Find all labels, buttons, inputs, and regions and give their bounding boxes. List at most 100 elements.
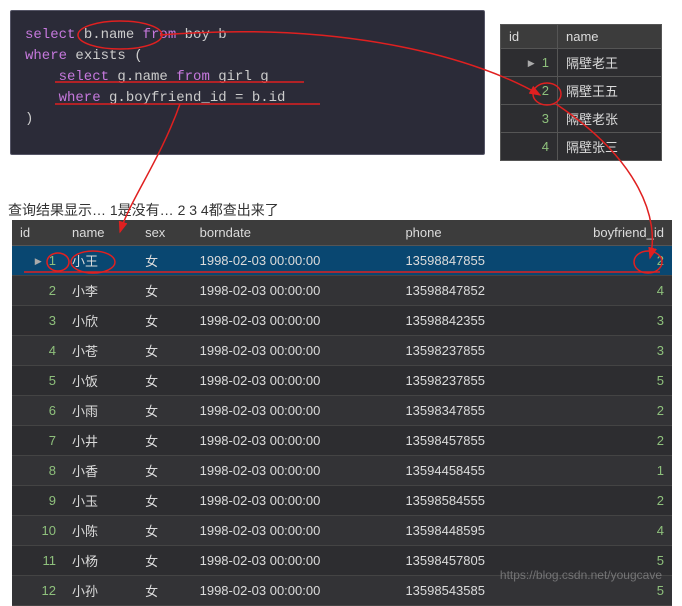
cell-sex: 女 — [137, 306, 192, 336]
cell-borndate: 1998-02-03 00:00:00 — [192, 306, 398, 336]
cell-id: 10 — [12, 516, 64, 546]
cell-id: 4 — [501, 133, 558, 161]
cell-name: 小香 — [64, 456, 137, 486]
cell-id: 4 — [12, 336, 64, 366]
cell-phone: 13598847855 — [397, 246, 541, 276]
cell-id: 1 — [501, 49, 558, 77]
watermark-text: https://blog.csdn.net/yougcave — [500, 568, 662, 582]
cell-phone: 13594458455 — [397, 456, 541, 486]
table-row[interactable]: 7小井女1998-02-03 00:00:00135984578552 — [12, 426, 672, 456]
cell-sex: 女 — [137, 336, 192, 366]
cell-name: 小玉 — [64, 486, 137, 516]
cell-id: 3 — [501, 105, 558, 133]
cell-bf: 4 — [541, 516, 672, 546]
cell-phone: 13598847852 — [397, 276, 541, 306]
cell-borndate: 1998-02-03 00:00:00 — [192, 426, 398, 456]
cell-bf: 3 — [541, 336, 672, 366]
cell-id: 9 — [12, 486, 64, 516]
cell-phone: 13598448595 — [397, 516, 541, 546]
cell-borndate: 1998-02-03 00:00:00 — [192, 516, 398, 546]
col-borndate: borndate — [192, 220, 398, 246]
table-row[interactable]: 1隔壁老王 — [501, 49, 662, 77]
cell-borndate: 1998-02-03 00:00:00 — [192, 396, 398, 426]
col-name: name — [64, 220, 137, 246]
cell-name: 小雨 — [64, 396, 137, 426]
cell-sex: 女 — [137, 576, 192, 606]
col-bf: boyfriend_id — [541, 220, 672, 246]
col-name: name — [558, 25, 662, 49]
cell-sex: 女 — [137, 246, 192, 276]
table-row[interactable]: 8小香女1998-02-03 00:00:00135944584551 — [12, 456, 672, 486]
cell-phone: 13598237855 — [397, 336, 541, 366]
cell-id: 2 — [501, 77, 558, 105]
boy-result-table: id name 1隔壁老王2隔壁王五3隔壁老张4隔壁张三 — [500, 24, 662, 161]
cell-id: 2 — [12, 276, 64, 306]
sql-code-block: select b.name from boy bwhere exists ( s… — [10, 10, 485, 155]
cell-bf: 4 — [541, 276, 672, 306]
cell-bf: 2 — [541, 486, 672, 516]
cell-borndate: 1998-02-03 00:00:00 — [192, 366, 398, 396]
table-row[interactable]: 9小玉女1998-02-03 00:00:00135985845552 — [12, 486, 672, 516]
cell-borndate: 1998-02-03 00:00:00 — [192, 246, 398, 276]
cell-name: 小李 — [64, 276, 137, 306]
cell-name: 隔壁王五 — [558, 77, 662, 105]
cell-id: 11 — [12, 546, 64, 576]
cell-name: 小井 — [64, 426, 137, 456]
cell-bf: 3 — [541, 306, 672, 336]
cell-sex: 女 — [137, 516, 192, 546]
cell-name: 小杨 — [64, 546, 137, 576]
table-row[interactable]: 2小李女1998-02-03 00:00:00135988478524 — [12, 276, 672, 306]
cell-sex: 女 — [137, 396, 192, 426]
cell-sex: 女 — [137, 486, 192, 516]
table-row[interactable]: 1小王女1998-02-03 00:00:00135988478552 — [12, 246, 672, 276]
cell-sex: 女 — [137, 276, 192, 306]
cell-sex: 女 — [137, 366, 192, 396]
cell-bf: 2 — [541, 396, 672, 426]
cell-id: 8 — [12, 456, 64, 486]
table-row[interactable]: 3隔壁老张 — [501, 105, 662, 133]
cell-phone: 13598237855 — [397, 366, 541, 396]
cell-id: 7 — [12, 426, 64, 456]
table-row[interactable]: 3小欣女1998-02-03 00:00:00135988423553 — [12, 306, 672, 336]
cell-id: 12 — [12, 576, 64, 606]
cell-name: 隔壁老王 — [558, 49, 662, 77]
cell-borndate: 1998-02-03 00:00:00 — [192, 546, 398, 576]
cell-bf: 2 — [541, 426, 672, 456]
girl-result-table: id name sex borndate phone boyfriend_id … — [12, 220, 672, 606]
col-sex: sex — [137, 220, 192, 246]
cell-name: 小饭 — [64, 366, 137, 396]
col-id: id — [12, 220, 64, 246]
cell-phone: 13598457855 — [397, 426, 541, 456]
table-row[interactable]: 5小饭女1998-02-03 00:00:00135982378555 — [12, 366, 672, 396]
cell-borndate: 1998-02-03 00:00:00 — [192, 576, 398, 606]
cell-name: 小欣 — [64, 306, 137, 336]
cell-bf: 2 — [541, 246, 672, 276]
table-row[interactable]: 4小苍女1998-02-03 00:00:00135982378553 — [12, 336, 672, 366]
cell-id: 3 — [12, 306, 64, 336]
table-row[interactable]: 6小雨女1998-02-03 00:00:00135983478552 — [12, 396, 672, 426]
cell-sex: 女 — [137, 426, 192, 456]
cell-name: 小陈 — [64, 516, 137, 546]
col-id: id — [501, 25, 558, 49]
table-row[interactable]: 2隔壁王五 — [501, 77, 662, 105]
cell-borndate: 1998-02-03 00:00:00 — [192, 336, 398, 366]
cell-name: 小孙 — [64, 576, 137, 606]
col-phone: phone — [397, 220, 541, 246]
background-text: 查询结果显示… 1是没有… 2 3 4都查出来了 — [8, 200, 408, 220]
cell-borndate: 1998-02-03 00:00:00 — [192, 276, 398, 306]
cell-bf: 1 — [541, 456, 672, 486]
cell-sex: 女 — [137, 456, 192, 486]
cell-name: 小王 — [64, 246, 137, 276]
cell-bf: 5 — [541, 366, 672, 396]
cell-name: 小苍 — [64, 336, 137, 366]
cell-id: 5 — [12, 366, 64, 396]
table-row[interactable]: 4隔壁张三 — [501, 133, 662, 161]
cell-borndate: 1998-02-03 00:00:00 — [192, 456, 398, 486]
cell-name: 隔壁老张 — [558, 105, 662, 133]
cell-phone: 13598347855 — [397, 396, 541, 426]
table-row[interactable]: 10小陈女1998-02-03 00:00:00135984485954 — [12, 516, 672, 546]
cell-name: 隔壁张三 — [558, 133, 662, 161]
cell-sex: 女 — [137, 546, 192, 576]
cell-phone: 13598584555 — [397, 486, 541, 516]
cell-phone: 13598842355 — [397, 306, 541, 336]
